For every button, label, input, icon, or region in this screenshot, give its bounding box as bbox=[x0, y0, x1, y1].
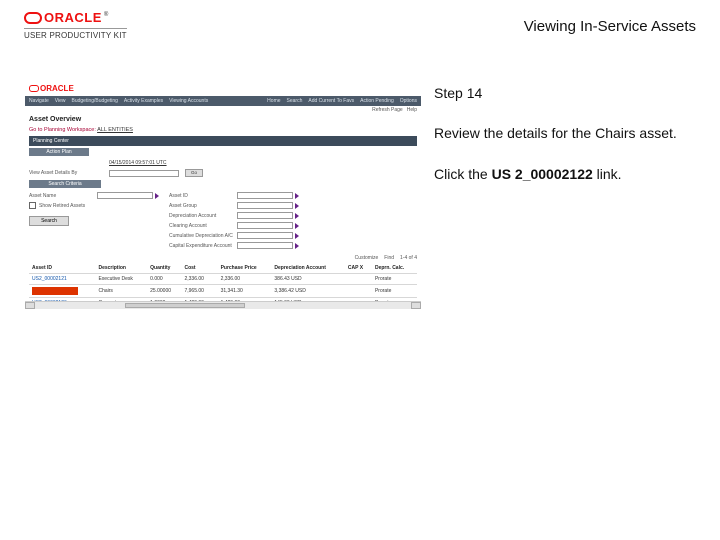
search-button[interactable]: Search bbox=[29, 216, 69, 226]
table-pager: Customize Find 1-4 of 4 bbox=[29, 255, 417, 261]
scroll-right-icon[interactable] bbox=[411, 302, 421, 309]
table-row: Chairs25.000007,965.0031,341.303,386.42 … bbox=[29, 285, 417, 298]
step-label: Step 14 bbox=[434, 82, 696, 104]
view-label: View Asset Details By bbox=[29, 170, 109, 176]
page-title: Viewing In-Service Assets bbox=[524, 10, 696, 35]
breadcrumb: Go to Planning Workspace: ALL ENTITIES bbox=[29, 127, 417, 133]
table-row: US2_00002121Executive Desk0.0002,336.002… bbox=[29, 274, 417, 285]
oracle-logo: ORACLE ® bbox=[24, 10, 127, 25]
tab-action-plan[interactable]: Action Plan bbox=[29, 148, 89, 156]
oracle-logo-text: ORACLE bbox=[44, 10, 102, 25]
mini-logo-text: ORACLE bbox=[40, 84, 74, 93]
nav-item[interactable]: Navigate bbox=[29, 98, 49, 104]
panel-title: Asset Overview bbox=[29, 116, 417, 123]
logo-subtitle: USER PRODUCTIVITY KIT bbox=[24, 28, 127, 40]
picker-icon[interactable] bbox=[295, 213, 299, 219]
go-button[interactable]: Go bbox=[185, 169, 203, 177]
nav-item[interactable]: Options bbox=[400, 98, 417, 104]
app-screenshot: ORACLE Navigate View Budgeting/Budgeting… bbox=[24, 80, 422, 310]
scroll-thumb[interactable] bbox=[125, 303, 245, 308]
search-criteria-header: Search Criteria bbox=[29, 180, 101, 188]
mini-logo: ORACLE bbox=[27, 83, 76, 94]
asset-id-link[interactable]: US2_00002121 bbox=[29, 274, 95, 285]
instruction-panel: Step 14 Review the details for the Chair… bbox=[434, 80, 696, 310]
find-link[interactable]: Find bbox=[384, 255, 394, 261]
picker-icon[interactable] bbox=[295, 223, 299, 229]
trademark: ® bbox=[104, 12, 108, 18]
view-select[interactable] bbox=[109, 170, 179, 177]
asset-name-label: Asset Name bbox=[29, 193, 97, 199]
logo-block: ORACLE ® USER PRODUCTIVITY KIT bbox=[24, 10, 127, 40]
show-retired-checkbox[interactable] bbox=[29, 202, 36, 209]
scroll-left-icon[interactable] bbox=[25, 302, 35, 309]
sub-help[interactable]: Help bbox=[407, 107, 417, 113]
oracle-mark-icon bbox=[24, 12, 42, 24]
picker-icon[interactable] bbox=[295, 243, 299, 249]
sub-refresh[interactable]: Refresh Page bbox=[372, 107, 403, 113]
pager-range: 1-4 of 4 bbox=[400, 255, 417, 261]
app-navbar: Navigate View Budgeting/Budgeting Activi… bbox=[25, 96, 421, 106]
picker-icon[interactable] bbox=[295, 193, 299, 199]
capex-input[interactable] bbox=[237, 242, 293, 249]
asset-id-input[interactable] bbox=[237, 192, 293, 199]
show-retired-label: Show Retired Assets bbox=[39, 203, 85, 209]
asset-group-input[interactable] bbox=[237, 202, 293, 209]
highlight-target-icon[interactable] bbox=[32, 287, 78, 295]
nav-item[interactable]: Viewing Accounts bbox=[169, 98, 208, 104]
picker-icon[interactable] bbox=[295, 203, 299, 209]
step-action: Click the US 2_00002122 link. bbox=[434, 163, 696, 185]
clearing-account-input[interactable] bbox=[237, 222, 293, 229]
asset-name-input[interactable] bbox=[97, 192, 153, 199]
section-planning-center: Planning Center bbox=[29, 136, 417, 146]
nav-item[interactable]: Activity Examples bbox=[124, 98, 163, 104]
cum-dep-input[interactable] bbox=[237, 232, 293, 239]
asof-value: 04/15/2014 09:57:01 UTC bbox=[109, 160, 167, 166]
table-header-row: Asset IDDescriptionQuantityCostPurchase … bbox=[29, 263, 417, 274]
target-link-label: US 2_00002122 bbox=[492, 166, 593, 182]
horizontal-scrollbar[interactable] bbox=[25, 301, 421, 309]
nav-item[interactable]: Budgeting/Budgeting bbox=[71, 98, 117, 104]
nav-item[interactable]: Action Pending bbox=[360, 98, 394, 104]
oracle-mark-icon bbox=[29, 85, 39, 92]
picker-icon[interactable] bbox=[155, 193, 159, 199]
sub-toolbar: Refresh Page Help bbox=[25, 106, 421, 114]
nav-item[interactable]: Search bbox=[287, 98, 303, 104]
customize-link[interactable]: Customize bbox=[355, 255, 379, 261]
nav-item[interactable]: Home bbox=[267, 98, 280, 104]
nav-item[interactable]: View bbox=[55, 98, 66, 104]
step-body: Review the details for the Chairs asset. bbox=[434, 122, 696, 144]
nav-item[interactable]: Add Current To Favs bbox=[308, 98, 354, 104]
dep-account-input[interactable] bbox=[237, 212, 293, 219]
breadcrumb-code[interactable]: ALL ENTITIES bbox=[97, 127, 133, 133]
picker-icon[interactable] bbox=[295, 233, 299, 239]
